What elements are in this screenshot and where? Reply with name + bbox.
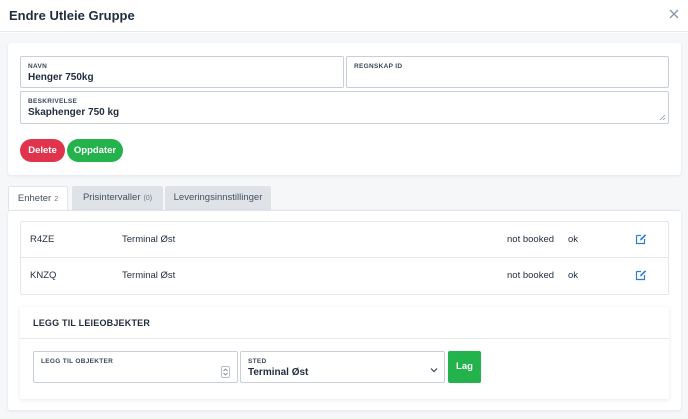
delete-button[interactable]: Delete xyxy=(20,139,65,162)
close-button[interactable] xyxy=(666,6,682,22)
tab-leveringsinnstillinger[interactable]: Leveringsinnstillinger xyxy=(165,186,271,210)
group-form-card: NAVN Henger 750kg REGNSKAP ID BESKRIVELS… xyxy=(8,43,681,175)
unit-status: ok xyxy=(568,270,579,281)
divider xyxy=(20,338,669,339)
beskrivelse-value[interactable]: Skaphenger 750 kg xyxy=(28,107,119,118)
create-button[interactable]: Lag xyxy=(448,351,481,383)
unit-booking-status: not booked xyxy=(507,270,555,281)
regnskap-id-label: REGNSKAP ID xyxy=(354,63,403,70)
edit-button[interactable] xyxy=(635,269,647,284)
edit-icon xyxy=(635,270,647,281)
navn-value[interactable]: Henger 750kg xyxy=(28,72,94,83)
tab-prisintervaller[interactable]: Prisintervaller (0) xyxy=(72,186,163,210)
tab-enheter-label: Enheter xyxy=(17,193,52,204)
tab-leveringsinnstillinger-label: Leveringsinnstillinger xyxy=(173,192,263,203)
tab-prisintervaller-count: (0) xyxy=(143,195,153,202)
spinner-icon[interactable] xyxy=(221,366,230,378)
tab-prisintervaller-label: Prisintervaller xyxy=(82,192,141,203)
units-table: R4ZE Terminal Øst not booked ok KNZQ Ter… xyxy=(20,221,669,295)
sted-select[interactable]: STED Terminal Øst xyxy=(240,351,445,383)
modal-title: Endre Utleie Gruppe xyxy=(9,8,135,23)
regnskap-id-field[interactable]: REGNSKAP ID xyxy=(346,56,669,88)
close-icon xyxy=(669,9,679,19)
unit-booking-status: not booked xyxy=(507,234,555,245)
units-panel: R4ZE Terminal Øst not booked ok KNZQ Ter… xyxy=(8,210,681,410)
edit-button[interactable] xyxy=(635,233,647,248)
unit-location: Terminal Øst xyxy=(122,234,176,245)
sted-value[interactable]: Terminal Øst xyxy=(248,367,308,378)
beskrivelse-field[interactable]: BESKRIVELSE Skaphenger 750 kg xyxy=(20,91,669,124)
update-button[interactable]: Oppdater xyxy=(67,139,123,162)
edit-icon xyxy=(635,234,647,245)
add-section-title: LEGG TIL LEIEOBJEKTER xyxy=(33,318,151,328)
unit-status: ok xyxy=(568,234,579,245)
unit-code: R4ZE xyxy=(30,234,55,245)
chevron-down-icon xyxy=(430,368,438,373)
navn-field[interactable]: NAVN Henger 750kg xyxy=(20,56,344,88)
add-objects-input[interactable]: LEGG TIL OBJEKTER xyxy=(33,351,238,383)
beskrivelse-label: BESKRIVELSE xyxy=(28,98,78,105)
modal-body: NAVN Henger 750kg REGNSKAP ID BESKRIVELS… xyxy=(0,33,688,419)
add-objects-label: LEGG TIL OBJEKTER xyxy=(41,358,114,365)
unit-location: Terminal Øst xyxy=(122,270,176,281)
tab-enheter[interactable]: Enheter 2 xyxy=(8,186,68,211)
navn-label: NAVN xyxy=(28,63,48,70)
sted-label: STED xyxy=(248,358,267,365)
resize-grip-icon[interactable] xyxy=(659,114,666,121)
table-row: KNZQ Terminal Øst not booked ok xyxy=(21,258,668,294)
modal-header: Endre Utleie Gruppe xyxy=(0,0,688,32)
unit-code: KNZQ xyxy=(30,270,57,281)
tab-enheter-count: 2 xyxy=(54,196,59,203)
add-objects-card: LEGG TIL LEIEOBJEKTER LEGG TIL OBJEKTER … xyxy=(20,307,669,399)
table-row: R4ZE Terminal Øst not booked ok xyxy=(21,222,668,258)
